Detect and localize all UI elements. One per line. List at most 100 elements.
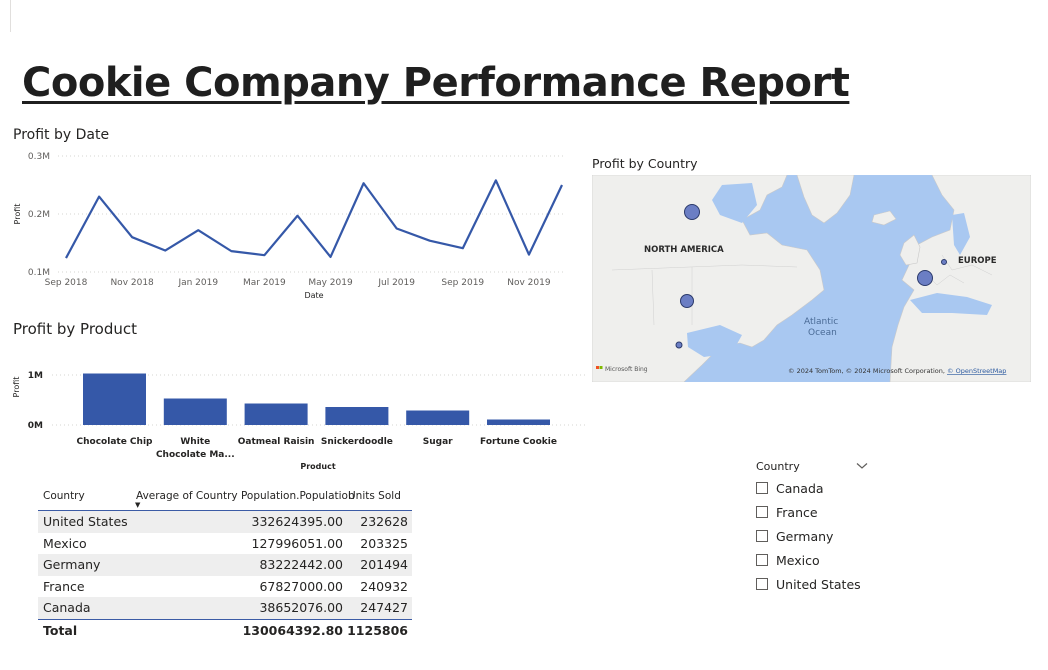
y-axis-label: Profit — [13, 204, 22, 225]
line-point[interactable] — [96, 194, 102, 200]
bing-logo-icon-2 — [599, 366, 603, 369]
slicer-header[interactable]: Country — [756, 456, 868, 476]
line-point[interactable] — [261, 252, 267, 258]
slicer-item-canada[interactable]: Canada — [756, 476, 868, 500]
x-axis-label: Date — [304, 291, 323, 300]
bar-chart-title: Profit by Product — [13, 320, 138, 338]
bar[interactable] — [163, 398, 227, 426]
table-row[interactable]: France 67827000.00 240932 — [38, 576, 412, 598]
x-tick-label: Fortune Cookie — [480, 437, 557, 447]
slicer-item-label: United States — [776, 576, 861, 592]
line-point[interactable] — [559, 182, 565, 188]
slicer-item-label: Mexico — [776, 552, 820, 568]
country-slicer[interactable]: Country Canada France Germany Mexico United … — [756, 456, 868, 596]
checkbox[interactable] — [756, 530, 768, 542]
slicer-item-mexico[interactable]: Mexico — [756, 548, 868, 572]
profit-by-date-chart[interactable]: 0.1M 0.2M 0.3M Sep 2018 Nov 2018 Jan 2019 Mar … — [0, 148, 585, 308]
x-tick-label: Sep 2018 — [45, 278, 88, 288]
map-bubble-germany[interactable] — [941, 259, 947, 265]
report-title: Cookie Company Performance Report — [22, 60, 850, 106]
map-bubble-united-states[interactable] — [680, 294, 694, 308]
table-row[interactable]: Canada 38652076.00 247427 — [38, 597, 412, 619]
map-label-europe: EUROPE — [958, 256, 997, 266]
slicer-item-label: Canada — [776, 480, 824, 496]
table-header: Country Average of Country Population.Po… — [38, 486, 412, 511]
line-point[interactable] — [460, 245, 466, 251]
bar[interactable] — [487, 419, 550, 426]
slicer-item-label: Germany — [776, 528, 834, 544]
map-bubble-canada[interactable] — [684, 204, 700, 220]
x-tick-label: Jan 2019 — [177, 278, 218, 288]
map-bubble-mexico[interactable] — [675, 341, 683, 349]
x-tick-label: May 2019 — [308, 278, 353, 288]
chevron-down-icon[interactable] — [856, 462, 868, 470]
bing-logo-text: Microsoft Bing — [605, 366, 648, 373]
x-tick-label: Oatmeal Raisin — [238, 437, 315, 447]
total-population: 130064392.80 — [242, 623, 343, 638]
table-body: United States 332624395.00 232628 Mexico 127… — [38, 511, 412, 619]
profit-by-country-map[interactable]: NORTH AMERICA EUROPE Atlantic Ocean Micr… — [592, 175, 1031, 382]
row-country: France — [43, 578, 85, 594]
line-point[interactable] — [63, 255, 69, 261]
x-tick-label: Snickerdoodle — [321, 437, 393, 447]
row-country: Canada — [43, 600, 91, 616]
line-point[interactable] — [228, 248, 234, 254]
country-table[interactable]: Country Average of Country Population.Po… — [38, 486, 412, 642]
line-point[interactable] — [427, 238, 433, 244]
checkbox[interactable] — [756, 554, 768, 566]
profit-by-product-chart[interactable]: 0M 1M Profit Chocolate Chip White Chocolate M… — [0, 360, 590, 475]
row-population: 127996051.00 — [251, 535, 343, 551]
map-bubble-france[interactable] — [917, 270, 933, 286]
checkbox[interactable] — [756, 578, 768, 590]
line-point[interactable] — [328, 254, 334, 260]
y-tick-label: 0.1M — [28, 268, 50, 278]
x-tick-label-line2: Chocolate Ma... — [156, 450, 235, 460]
x-tick-label: Jul 2019 — [377, 278, 415, 288]
map-label-ocean: Ocean — [808, 328, 837, 338]
table-row[interactable]: Germany 83222442.00 201494 — [38, 554, 412, 576]
line-point[interactable] — [493, 177, 499, 183]
bar[interactable] — [406, 410, 470, 426]
map-label-north-america: NORTH AMERICA — [644, 245, 724, 255]
header-population[interactable]: Average of Country Population.Population — [136, 486, 355, 510]
checkbox[interactable] — [756, 482, 768, 494]
slicer-item-germany[interactable]: Germany — [756, 524, 868, 548]
profit-series-line[interactable] — [65, 179, 563, 259]
row-population: 67827000.00 — [259, 578, 343, 594]
line-point[interactable] — [294, 213, 300, 219]
line-point[interactable] — [129, 234, 135, 240]
row-country: Germany — [43, 557, 101, 573]
line-point[interactable] — [526, 252, 532, 258]
table-total-row: Total 130064392.80 1125806 — [38, 618, 412, 642]
row-population: 38652076.00 — [259, 600, 343, 616]
row-country: Mexico — [43, 535, 87, 551]
bar[interactable] — [83, 373, 146, 426]
y-tick-label: 0.2M — [28, 210, 50, 220]
bar[interactable] — [244, 403, 308, 426]
row-population: 332624395.00 — [251, 514, 343, 530]
sort-descending-icon[interactable]: ▼ — [135, 501, 140, 509]
x-tick-label: Mar 2019 — [243, 278, 286, 288]
openstreetmap-link: © OpenStreetMap — [947, 367, 1006, 375]
x-axis-label: Product — [300, 462, 335, 471]
bar[interactable] — [325, 407, 389, 425]
total-label: Total — [43, 623, 78, 638]
table-row[interactable]: Mexico 127996051.00 203325 — [38, 533, 412, 555]
slicer-items: Canada France Germany Mexico United States — [756, 476, 868, 596]
line-point[interactable] — [361, 180, 367, 186]
x-tick-label: White — [180, 437, 210, 447]
checkbox[interactable] — [756, 506, 768, 518]
y-tick-label: 0M — [28, 421, 43, 431]
x-tick-label: Nov 2019 — [507, 278, 551, 288]
map-canvas[interactable]: NORTH AMERICA EUROPE Atlantic Ocean Micr… — [592, 175, 1031, 382]
line-point[interactable] — [195, 227, 201, 233]
header-units-sold[interactable]: Units Sold — [348, 486, 412, 510]
row-population: 83222442.00 — [259, 557, 343, 573]
x-tick-label: Sugar — [423, 437, 453, 447]
table-row[interactable]: United States 332624395.00 232628 — [38, 511, 412, 533]
x-tick-label: Nov 2018 — [110, 278, 154, 288]
slicer-item-france[interactable]: France — [756, 500, 868, 524]
line-point[interactable] — [394, 226, 400, 232]
slicer-item-united-states[interactable]: United States — [756, 572, 868, 596]
line-point[interactable] — [162, 248, 168, 254]
